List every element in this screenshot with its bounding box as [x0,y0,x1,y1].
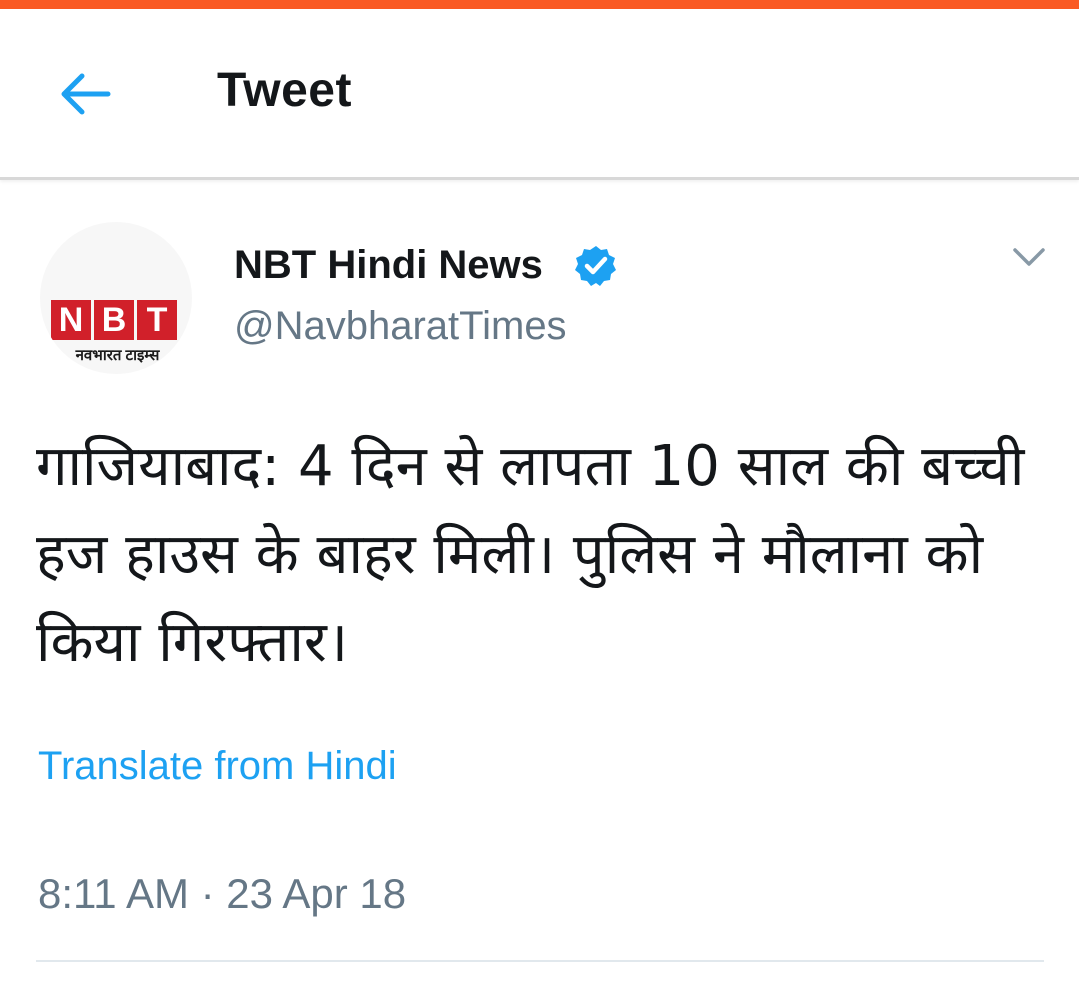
user-handle[interactable]: @NavbharatTimes [234,304,567,349]
verified-badge-icon [575,246,616,286]
page-title: Tweet [217,64,352,117]
chevron-down-icon [1013,248,1045,266]
nbt-logo: N B T [51,300,177,340]
divider [36,960,1044,962]
logo-subtitle: नवभारत टाइम्स [75,347,160,364]
tweet-detail: N B T नवभारत टाइम्स NBT Hindi News @Navb… [0,180,1079,1002]
tweet-menu-button[interactable] [1012,246,1046,268]
translate-link[interactable]: Translate from Hindi [38,744,397,789]
avatar[interactable]: N B T नवभारत टाइम्स [40,222,192,374]
status-accent-bar [0,0,1079,9]
arrow-left-icon [61,73,111,115]
tweet-timestamp: 8:11 AM · 23 Apr 18 [38,870,407,917]
logo-letter: T [137,300,177,340]
logo-letter: B [94,300,134,340]
tweet-text: गाजियाबाद: 4 दिन से लापता 10 साल की बच्च… [36,434,1025,675]
app-bar: Tweet [0,9,1079,180]
back-button[interactable] [52,69,118,119]
logo-letter: N [51,300,91,340]
display-name[interactable]: NBT Hindi News [234,243,543,288]
